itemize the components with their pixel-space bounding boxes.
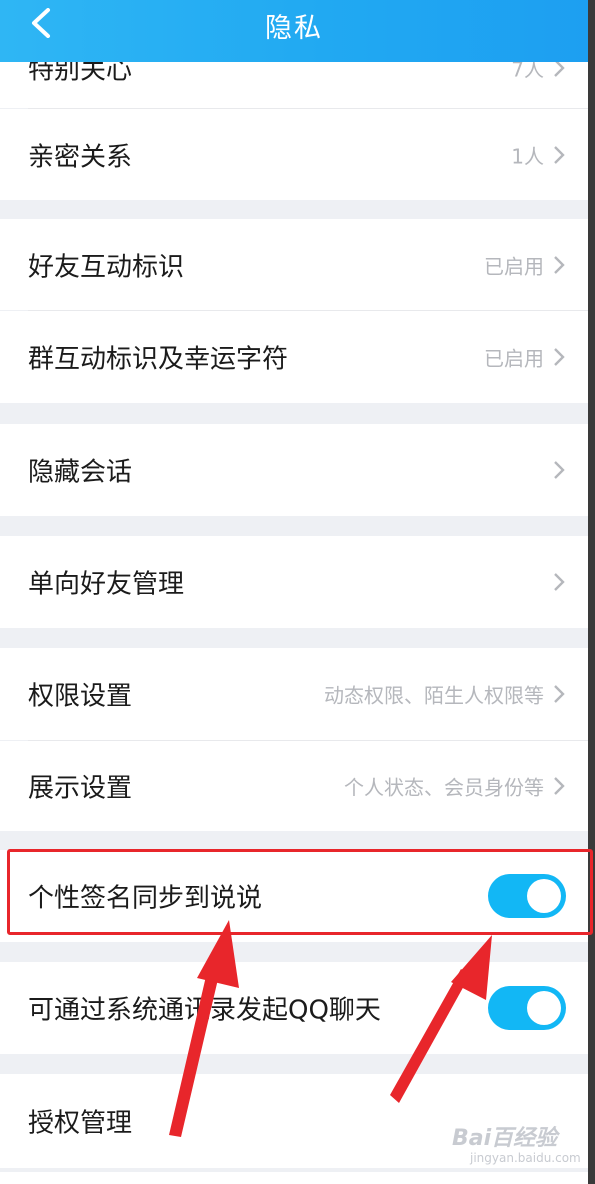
- row-label: 展示设置: [28, 773, 133, 804]
- row-value: 已启用: [484, 346, 544, 371]
- row-label: 好友互动标识: [28, 252, 185, 282]
- privacy-settings-screen: 隐私 特别关心 7人 亲密关系 1人 好友互动标识 已启用 群互动标识及幸运字符…: [0, 0, 588, 1184]
- toggle-knob: [527, 991, 561, 1025]
- row-value: 动态权限、陌生人权限等: [324, 683, 544, 708]
- chevron-right-icon: [554, 685, 565, 703]
- nav-bar: 隐私: [0, 0, 588, 62]
- row-label: 隐藏会话: [28, 457, 133, 488]
- chevron-right-icon: [554, 777, 565, 795]
- row-label: 可通过系统通讯录发起QQ聊天: [28, 995, 381, 1026]
- partial-row: [0, 1172, 588, 1184]
- watermark-logo: Bai百经验: [452, 1126, 558, 1151]
- row-group-interaction-badge[interactable]: 群互动标识及幸运字符 已启用: [0, 311, 588, 403]
- row-hidden-chats[interactable]: 隐藏会话: [0, 424, 588, 516]
- contacts-chat-toggle[interactable]: [488, 986, 566, 1030]
- chevron-right-icon: [554, 461, 565, 479]
- watermark: Bai百经验 jingyan.baidu.com: [452, 1120, 581, 1170]
- chevron-right-icon: [554, 348, 565, 366]
- row-one-way-friends[interactable]: 单向好友管理: [0, 536, 588, 628]
- row-label: 群互动标识及幸运字符: [28, 344, 289, 375]
- row-label: 单向好友管理: [28, 569, 185, 600]
- page-title: 隐私: [265, 13, 323, 44]
- row-label: 授权管理: [28, 1108, 133, 1139]
- row-display-settings[interactable]: 展示设置 个人状态、会员身份等: [0, 741, 588, 831]
- row-friend-interaction-badge[interactable]: 好友互动标识 已启用: [0, 219, 588, 310]
- row-label: 权限设置: [28, 681, 133, 712]
- chevron-right-icon: [554, 573, 565, 591]
- row-value: 个人状态、会员身份等: [344, 775, 544, 800]
- chevron-right-icon: [554, 145, 565, 164]
- watermark-url: jingyan.baidu.com: [470, 1151, 581, 1165]
- row-contacts-chat: 可通过系统通讯录发起QQ聊天: [0, 962, 588, 1054]
- row-value: 1人: [511, 144, 544, 168]
- row-intimate-relationship[interactable]: 亲密关系 1人: [0, 109, 588, 200]
- row-value: 已启用: [484, 254, 544, 278]
- highlight-box: [7, 849, 593, 935]
- chevron-right-icon: [554, 255, 565, 274]
- row-label: 亲密关系: [28, 142, 133, 172]
- row-permission-settings[interactable]: 权限设置 动态权限、陌生人权限等: [0, 648, 588, 740]
- screen-edge: [588, 0, 595, 1184]
